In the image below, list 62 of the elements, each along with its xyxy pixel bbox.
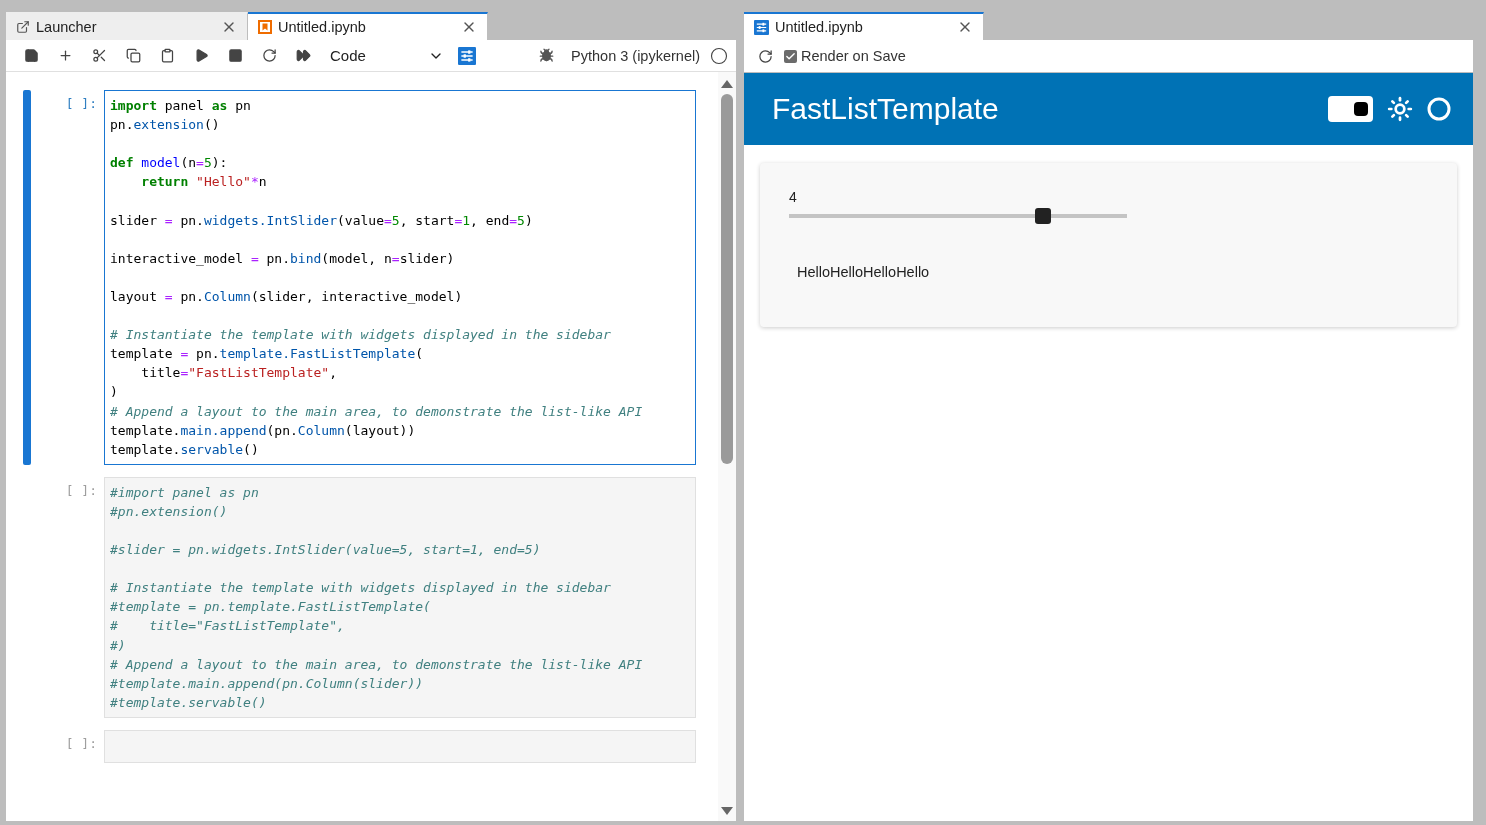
sun-icon[interactable] <box>1387 96 1413 122</box>
slider-value: 4 <box>789 189 798 205</box>
code-line: template.main.append(pn.Column(layout)) <box>110 421 417 440</box>
code-line: template.servable() <box>110 440 260 459</box>
code-line: #) <box>110 636 127 655</box>
code-line: ) <box>110 383 119 402</box>
notebook-icon <box>258 20 272 34</box>
scroll-up-arrow-icon[interactable] <box>721 80 733 88</box>
cell-prompt: [ ]: <box>64 481 98 500</box>
tab[interactable]: Launcher <box>6 12 248 40</box>
app-title: FastListTemplate <box>772 92 1000 126</box>
launcher-icon <box>16 20 30 34</box>
code-line: #template.servable() <box>110 693 268 712</box>
clipboard-icon <box>159 48 175 63</box>
code-line: # title="FastListTemplate", <box>110 617 346 636</box>
sliders-icon <box>458 46 476 65</box>
bug-icon <box>538 48 554 63</box>
fast-forward-icon <box>295 48 311 63</box>
code-line: # Instantiate the template with widgets displayed in the sidebar <box>110 326 612 345</box>
save-icon <box>23 48 39 63</box>
cell-prompt: [ ]: <box>64 734 98 753</box>
copy-icon <box>125 48 141 63</box>
code-line: layout = pn.Column(slider, interactive_model) <box>110 287 464 306</box>
code-line: #import panel as pn <box>110 483 260 502</box>
cell-prompt: [ ]: <box>64 95 98 113</box>
tab[interactable]: Untitled.ipynb <box>248 12 488 40</box>
code-line: template = pn.template.FastListTemplate( <box>110 345 425 364</box>
circle-icon[interactable] <box>1427 97 1451 121</box>
refresh-icon <box>757 48 773 64</box>
code-line: #slider = pn.widgets.IntSlider(value=5, start=1, end=5) <box>110 541 542 560</box>
code-line: pn.extension() <box>110 116 221 135</box>
code-line: #template.main.append(pn.Column(slider)) <box>110 674 425 693</box>
code-line: # Append a layout to the main area, to demonstrate the list-like API <box>110 402 644 421</box>
kernel-status-icon <box>710 46 728 65</box>
sliders-icon <box>754 19 769 35</box>
plus-icon <box>57 48 73 63</box>
scroll-down-arrow-icon[interactable] <box>721 807 733 815</box>
checkbox[interactable] <box>784 49 797 63</box>
scissors-icon <box>91 48 107 63</box>
code-line: import panel as pn <box>110 97 252 115</box>
play-icon <box>193 48 209 63</box>
code-line: #pn.extension() <box>110 502 229 521</box>
theme-toggle[interactable] <box>1328 96 1373 122</box>
tab[interactable]: Untitled.ipynb <box>744 12 984 40</box>
kernel-name[interactable]: Python 3 (ipykernel) <box>571 47 700 64</box>
code-line: #template = pn.template.FastListTemplate( <box>110 598 432 617</box>
code-line: def model(n=5): <box>110 154 229 173</box>
refresh-icon <box>261 48 277 63</box>
cell-type-dropdown[interactable]: Code <box>320 43 450 68</box>
code-line: title="FastListTemplate", <box>140 364 338 383</box>
code-line: interactive_model = pn.bind(model, n=slider) <box>110 249 456 268</box>
code-line: # Instantiate the template with widgets displayed in the sidebar <box>110 579 612 598</box>
scrollbar[interactable] <box>718 72 736 821</box>
stop-icon <box>227 48 243 63</box>
code-line: slider = pn.widgets.IntSlider(value=5, start=1, end=5) <box>110 211 534 230</box>
slider-thumb[interactable] <box>1034 208 1051 224</box>
code-line: # Append a layout to the main area, to demonstrate the list-like API <box>110 655 644 674</box>
check-icon <box>785 50 796 62</box>
code-line: return "Hello"*n <box>140 173 268 192</box>
checkbox-label: Render on Save <box>801 48 906 64</box>
output-text: HelloHelloHelloHello <box>797 264 931 280</box>
code-cell[interactable] <box>104 90 696 465</box>
